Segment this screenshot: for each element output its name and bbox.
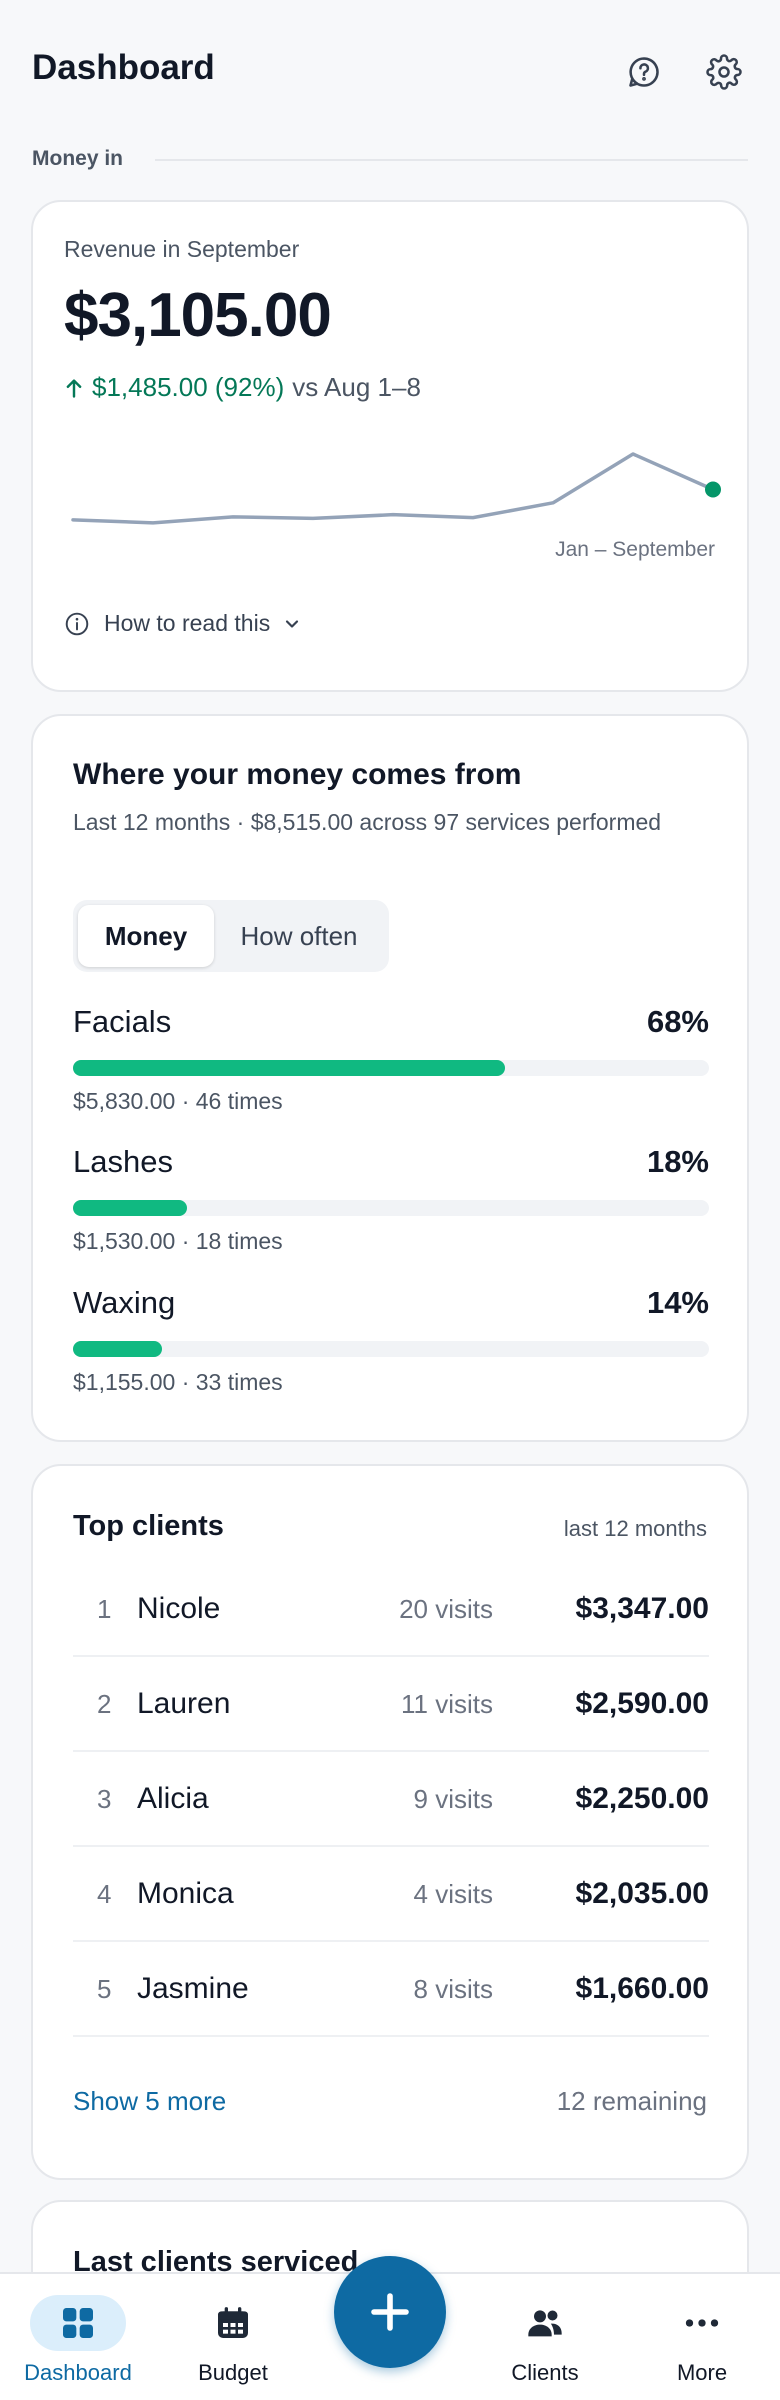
money-sources-card: Where your money comes from Last 12 mont… xyxy=(31,714,749,1442)
calendar-icon xyxy=(185,2295,281,2351)
revenue-delta-row: $1,485.00 (92%) vs Aug 1–8 xyxy=(64,372,421,403)
client-name: Nicole xyxy=(137,1592,221,1625)
top-clients-title: Top clients xyxy=(73,1510,224,1542)
source-meta: $1,530.00 · 18 times xyxy=(73,1228,283,1254)
show-more-link[interactable]: Show 5 more xyxy=(73,2086,226,2117)
client-rank: 1 xyxy=(97,1594,112,1624)
client-name: Lauren xyxy=(137,1687,231,1720)
sparkline-current-dot xyxy=(705,481,721,498)
client-rank: 3 xyxy=(97,1784,112,1814)
source-bar-fill xyxy=(73,1060,506,1076)
revenue-delta-compare: vs Aug 1–8 xyxy=(292,372,421,402)
client-visits: 20 visits xyxy=(399,1594,493,1624)
client-amount: $2,250.00 xyxy=(575,1782,709,1815)
revenue-sparkline xyxy=(71,452,721,525)
nav-item-budget[interactable]: Budget xyxy=(168,2274,298,2400)
arrow-up-icon xyxy=(66,378,82,398)
nav-item-clients[interactable]: Clients xyxy=(480,2274,610,2400)
source-percent: 14% xyxy=(646,1285,709,1320)
revenue-card: Revenue in September $3,105.00 $1,485.00… xyxy=(31,200,749,692)
client-row[interactable]: 1 Nicole 20 visits $3,347.00 xyxy=(73,1562,709,1657)
plus-icon xyxy=(371,2293,409,2331)
client-amount: $2,035.00 xyxy=(575,1877,709,1910)
source-bar-track xyxy=(73,1060,709,1076)
client-amount: $3,347.00 xyxy=(575,1592,709,1625)
client-visits: 8 visits xyxy=(413,1974,493,2004)
sparkline-line xyxy=(71,452,715,525)
nav-label: Budget xyxy=(198,2360,268,2385)
client-row[interactable]: 3 Alicia 9 visits $2,250.00 xyxy=(73,1752,709,1847)
nav-label: Dashboard xyxy=(24,2360,132,2385)
page-title: Dashboard xyxy=(32,48,215,87)
client-visits: 11 visits xyxy=(401,1689,493,1719)
client-rank: 2 xyxy=(97,1689,112,1719)
client-row[interactable]: 5 Jasmine 8 visits $1,660.00 xyxy=(73,1942,709,2037)
remaining-count: 12 remaining xyxy=(556,2086,707,2116)
client-visits: 4 visits xyxy=(413,1879,493,1909)
section-label-money-in: Money in xyxy=(32,147,124,170)
sources-toggle: Money How often xyxy=(73,900,389,972)
users-icon xyxy=(497,2295,593,2351)
revenue-delta-value: $1,485.00 (92%) xyxy=(92,372,285,402)
client-rank: 4 xyxy=(97,1879,112,1909)
revenue-delta: $1,485.00 (92%) xyxy=(64,372,284,403)
top-clients-card: Top clients last 12 months 1 Nicole 20 v… xyxy=(31,1464,749,2180)
nav-item-more[interactable]: More xyxy=(637,2274,767,2400)
client-row[interactable]: 2 Lauren 11 visits $2,590.00 xyxy=(73,1657,709,1752)
top-clients-period: last 12 months xyxy=(563,1516,707,1541)
nav-item-dashboard[interactable]: Dashboard xyxy=(13,2274,143,2400)
gear-icon[interactable] xyxy=(704,52,744,92)
client-visits: 9 visits xyxy=(413,1784,493,1814)
source-name: Facials xyxy=(73,1004,172,1039)
source-bar-fill xyxy=(73,1341,163,1357)
toggle-money[interactable]: Money xyxy=(78,905,214,967)
client-name: Alicia xyxy=(137,1782,209,1815)
source-name: Waxing xyxy=(73,1285,176,1320)
nav-label: Clients xyxy=(511,2360,579,2385)
client-amount: $2,590.00 xyxy=(575,1687,709,1720)
source-bar-track xyxy=(73,1341,709,1357)
dashboard-grid-icon xyxy=(30,2295,126,2351)
client-rank: 5 xyxy=(97,1974,112,2004)
sparkline-range-label: Jan – September xyxy=(555,538,715,561)
toggle-how-often[interactable]: How often xyxy=(214,905,384,967)
source-meta: $5,830.00 · 46 times xyxy=(73,1088,283,1114)
revenue-value: $3,105.00 xyxy=(64,281,332,350)
how-to-read-label: How to read this xyxy=(104,610,271,636)
info-icon xyxy=(65,612,89,635)
add-button[interactable] xyxy=(334,2256,446,2368)
sources-subtitle: Last 12 months · $8,515.00 across 97 ser… xyxy=(73,809,662,835)
how-to-read-toggle[interactable]: How to read this xyxy=(64,610,302,637)
source-meta: $1,155.00 · 33 times xyxy=(73,1369,283,1395)
chevron-down-icon xyxy=(286,619,299,628)
source-percent: 18% xyxy=(646,1144,709,1179)
section-divider xyxy=(155,159,748,161)
revenue-label: Revenue in September xyxy=(64,236,300,262)
source-percent: 68% xyxy=(646,1004,709,1039)
app-header: Dashboard xyxy=(0,0,780,130)
help-circle-icon[interactable] xyxy=(624,52,664,92)
client-row[interactable]: 4 Monica 4 visits $2,035.00 xyxy=(73,1847,709,1942)
client-amount: $1,660.00 xyxy=(575,1972,709,2005)
source-bar-track xyxy=(73,1200,709,1216)
source-bar-fill xyxy=(73,1200,188,1216)
client-name: Jasmine xyxy=(137,1972,249,2005)
source-name: Lashes xyxy=(73,1144,173,1179)
more-dots-icon xyxy=(654,2295,750,2351)
nav-label: More xyxy=(676,2360,728,2385)
sources-title: Where your money comes from xyxy=(73,758,522,791)
client-name: Monica xyxy=(137,1877,234,1910)
